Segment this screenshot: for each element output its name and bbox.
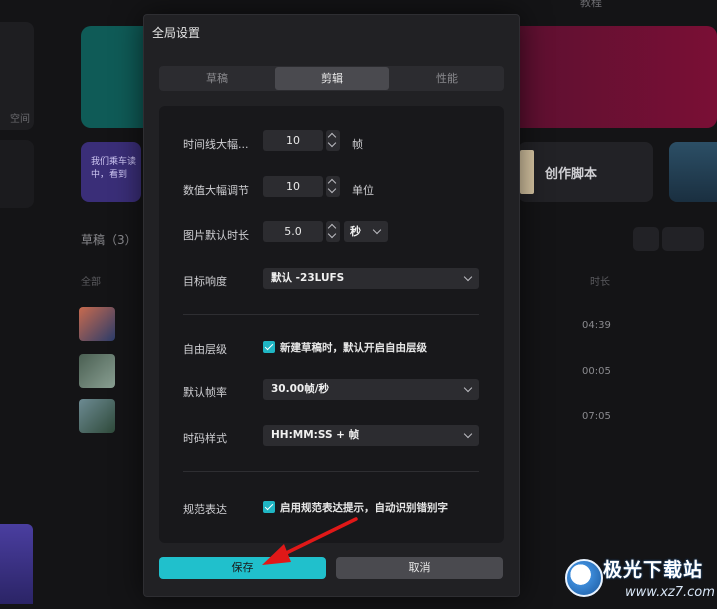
free-layer-label: 自由层级 <box>183 343 227 356</box>
sidebar-panel: 空间 <box>0 22 34 130</box>
dialog-title: 全局设置 <box>152 26 201 40</box>
timeline-step-spinner[interactable] <box>326 130 340 151</box>
numeric-step-input[interactable]: 10 <box>263 176 323 197</box>
numeric-step-unit: 单位 <box>352 184 374 197</box>
sidebar-block <box>0 140 34 208</box>
free-layer-checkbox[interactable] <box>263 341 275 353</box>
chevron-down-icon <box>463 429 473 439</box>
draft-duration: 04:39 <box>582 320 611 331</box>
numeric-step-spinner[interactable] <box>326 176 340 197</box>
promo-card-text: 我们乘车读中，看到 <box>91 157 137 180</box>
column-all: 全部 <box>81 277 101 288</box>
promo-card[interactable]: 我们乘车读中，看到 <box>81 142 141 202</box>
tab-drafts[interactable]: 草稿 <box>160 67 274 90</box>
settings-panel: 时间线大幅... 10 帧 数值大幅调节 10 单位 图片默认时长 5.0 秒 … <box>159 106 504 543</box>
script-card[interactable]: 创作脚本 <box>518 142 653 202</box>
watermark-logo-icon <box>565 559 603 597</box>
watermark-url: www.xz7.com <box>625 585 715 600</box>
standard-expression-checkbox[interactable] <box>263 501 275 513</box>
section-divider <box>183 314 479 315</box>
image-duration-label: 图片默认时长 <box>183 229 249 242</box>
watermark: 极光下载站 www.xz7.com <box>565 553 715 609</box>
free-layer-text: 新建草稿时，默认开启自由层级 <box>280 342 427 354</box>
timecode-label: 时码样式 <box>183 432 227 445</box>
draft-duration: 07:05 <box>582 411 611 422</box>
frame-rate-value: 30.00帧/秒 <box>271 383 330 395</box>
chevron-down-icon <box>463 272 473 282</box>
timeline-step-input[interactable]: 10 <box>263 130 323 151</box>
timecode-value: HH:MM:SS + 帧 <box>271 429 360 441</box>
loudness-select[interactable]: 默认 -23LUFS <box>263 268 479 289</box>
search-icon[interactable] <box>633 227 659 251</box>
cancel-button[interactable]: 取消 <box>336 557 503 579</box>
frame-rate-select[interactable]: 30.00帧/秒 <box>263 379 479 400</box>
standard-expression-label: 规范表达 <box>183 503 227 516</box>
numeric-step-label: 数值大幅调节 <box>183 184 249 197</box>
tab-editing[interactable]: 剪辑 <box>275 67 389 90</box>
frame-rate-label: 默认帧率 <box>183 386 227 399</box>
chevron-down-icon <box>372 225 382 235</box>
settings-tabs: 草稿 剪辑 性能 <box>159 66 504 91</box>
tutorial-link[interactable]: 教程 <box>580 0 602 10</box>
draft-duration: 00:05 <box>582 366 611 377</box>
draft-thumbnail[interactable] <box>79 354 115 388</box>
column-duration: 时长 <box>590 277 610 288</box>
sidebar-card <box>0 524 33 604</box>
standard-expression-text: 启用规范表达提示，自动识别错别字 <box>280 502 448 514</box>
watermark-name: 极光下载站 <box>603 559 704 581</box>
global-settings-dialog: 全局设置 草稿 剪辑 性能 时间线大幅... 10 帧 数值大幅调节 10 单位… <box>143 14 520 597</box>
draft-thumbnail[interactable] <box>79 307 115 341</box>
section-divider <box>183 471 479 472</box>
image-duration-spinner[interactable] <box>326 221 340 242</box>
timeline-step-label: 时间线大幅... <box>183 138 249 151</box>
drafts-heading: 草稿（3） <box>81 233 137 247</box>
timecode-select[interactable]: HH:MM:SS + 帧 <box>263 425 479 446</box>
image-duration-unit: 秒 <box>350 225 361 238</box>
timeline-step-unit: 帧 <box>352 138 363 151</box>
draft-thumbnail[interactable] <box>79 399 115 433</box>
image-duration-unit-select[interactable]: 秒 <box>344 221 388 242</box>
tab-performance[interactable]: 性能 <box>390 67 504 90</box>
template-card[interactable] <box>669 142 717 202</box>
view-toggle-button[interactable] <box>662 227 704 251</box>
loudness-value: 默认 -23LUFS <box>271 272 345 284</box>
loudness-label: 目标响度 <box>183 275 227 288</box>
sidebar-space-label: 空间 <box>10 114 30 125</box>
save-button[interactable]: 保存 <box>159 557 326 579</box>
chevron-down-icon <box>463 383 473 393</box>
image-duration-input[interactable]: 5.0 <box>263 221 323 242</box>
script-card-label: 创作脚本 <box>545 167 598 182</box>
script-thumbnail <box>520 150 534 194</box>
